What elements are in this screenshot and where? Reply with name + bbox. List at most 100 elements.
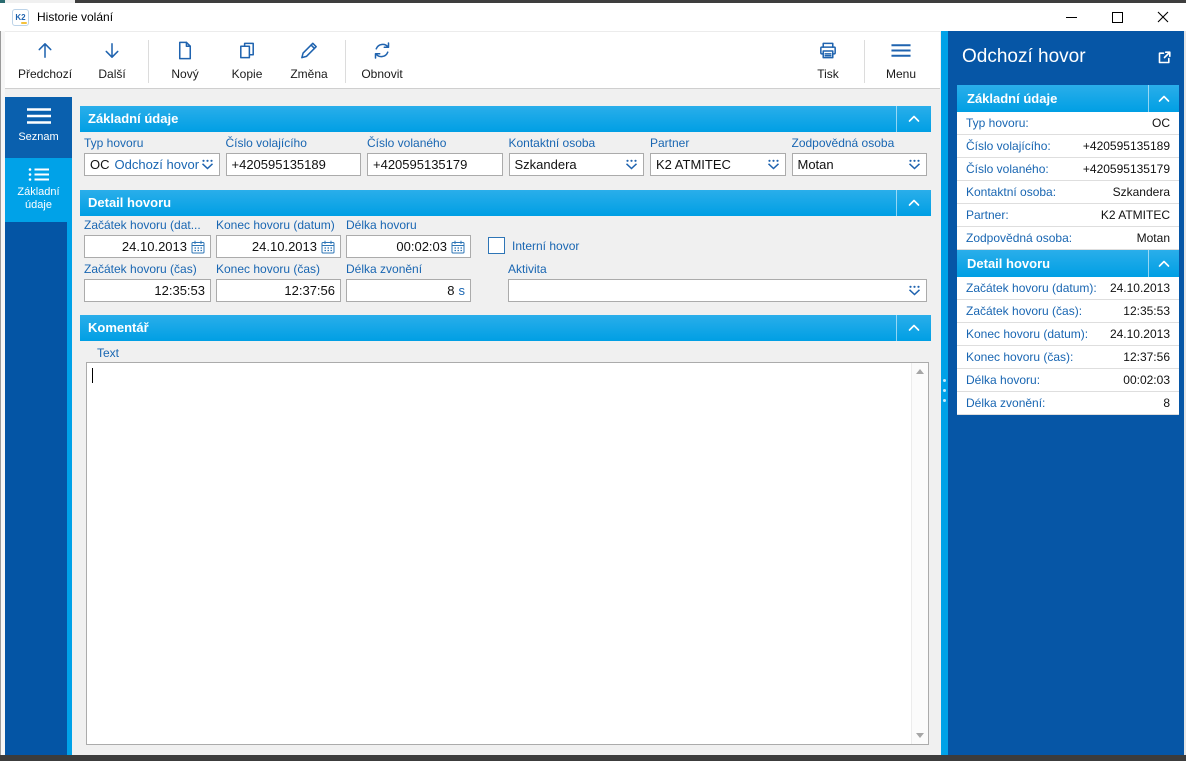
unit-suffix: s	[459, 283, 466, 298]
change-button[interactable]: Změna	[278, 35, 340, 88]
scroll-down-icon[interactable]	[916, 733, 924, 738]
previous-button[interactable]: Předchozí	[9, 35, 81, 88]
preview-panel-title: Odchozí hovor	[962, 46, 1086, 68]
delka-zvoneni-field[interactable]: 8 s	[346, 279, 471, 302]
panel-row: Začátek hovoru (čas):12:35:53	[957, 300, 1179, 323]
hamburger-icon	[25, 107, 53, 125]
aktivita-combo[interactable]	[508, 279, 927, 302]
pencil-icon	[298, 40, 320, 61]
copy-icon	[236, 40, 258, 61]
field-value: 8	[352, 283, 455, 298]
collapse-button[interactable]	[896, 315, 931, 341]
dropdown-icon[interactable]	[908, 285, 921, 296]
next-label: Další	[98, 67, 125, 81]
new-button[interactable]: Nový	[154, 35, 216, 88]
comment-scrollbar[interactable]	[911, 363, 928, 744]
panel-row: Typ hovoru:OC	[957, 112, 1179, 135]
previous-label: Předchozí	[18, 67, 72, 81]
konec-hovoru-datum-input[interactable]	[222, 239, 317, 254]
section-title: Detail hovoru	[88, 195, 171, 210]
background-taskbar-strip	[0, 755, 1186, 761]
comment-textarea[interactable]	[86, 362, 929, 745]
dropdown-icon[interactable]	[201, 159, 214, 170]
cislo-volaneho-input[interactable]	[373, 157, 497, 172]
section-title: Základní údaje	[88, 111, 178, 126]
field-label: Zodpovědná osoba	[792, 136, 928, 150]
toolbar-separator	[345, 40, 346, 83]
comment-text-label: Text	[97, 346, 119, 360]
sidebar-tab-seznam[interactable]: Seznam	[5, 97, 72, 158]
toolbar-spacer	[413, 35, 797, 88]
calendar-icon[interactable]	[451, 240, 465, 254]
zacatek-hovoru-cas-input[interactable]	[90, 283, 205, 298]
field-label: Délka zvonění	[346, 262, 471, 276]
next-button[interactable]: Další	[81, 35, 143, 88]
panel-row: Konec hovoru (čas):12:37:56	[957, 346, 1179, 369]
collapse-button[interactable]	[1148, 85, 1179, 112]
collapse-button[interactable]	[1148, 250, 1179, 277]
toolbar-separator	[148, 40, 149, 83]
collapse-button[interactable]	[896, 106, 931, 132]
arrow-up-icon	[34, 40, 56, 61]
list-icon	[28, 167, 50, 182]
field-label: Číslo volajícího	[226, 136, 362, 150]
field-typ-hovoru: Typ hovoru OC Odchozí hovor	[84, 136, 220, 176]
field-label: Začátek hovoru (dat...	[84, 218, 211, 232]
calendar-icon[interactable]	[321, 240, 335, 254]
field-label: Typ hovoru	[84, 136, 220, 150]
print-button[interactable]: Tisk	[797, 35, 859, 88]
field-label: Číslo volaného	[367, 136, 503, 150]
field-cislo-volajiciho: Číslo volajícího	[226, 136, 362, 176]
cislo-volajiciho-input[interactable]	[232, 157, 356, 172]
open-in-window-button[interactable]	[1157, 50, 1172, 70]
app-window: K2 Historie volání Předchozí Další Nový …	[0, 0, 1186, 761]
zodpovedna-osoba-combo[interactable]: Motan	[792, 153, 928, 176]
interni-hovor-checkbox-group: Interní hovor	[488, 237, 579, 254]
scroll-up-icon[interactable]	[916, 369, 924, 374]
dropdown-icon[interactable]	[625, 159, 638, 170]
splitter-dot	[943, 399, 946, 402]
panel-splitter[interactable]	[941, 31, 948, 755]
minimize-button[interactable]	[1048, 3, 1094, 31]
field-zacatek-hovoru-cas: Začátek hovoru (čas)	[84, 262, 211, 302]
panel-card-header: Detail hovoru	[957, 250, 1179, 277]
sidebar-tab-zakladni-udaje[interactable]: Základní údaje	[5, 158, 72, 222]
open-external-icon	[1157, 50, 1172, 65]
combo-value: K2 ATMITEC	[656, 157, 731, 172]
calendar-icon[interactable]	[191, 240, 205, 254]
field-label: Konec hovoru (čas)	[216, 262, 341, 276]
field-label: Kontaktní osoba	[509, 136, 645, 150]
dropdown-icon[interactable]	[767, 159, 780, 170]
field-label: Aktivita	[508, 262, 927, 276]
zacatek-hovoru-datum-input[interactable]	[90, 239, 187, 254]
printer-icon	[817, 40, 839, 61]
panel-row: Konec hovoru (datum):24.10.2013	[957, 323, 1179, 346]
section-header-komentar: Komentář	[80, 315, 931, 341]
close-icon	[1157, 11, 1169, 23]
toolbar: Předchozí Další Nový Kopie Změna Obnovit	[1, 31, 940, 89]
dropdown-icon[interactable]	[908, 159, 921, 170]
refresh-button[interactable]: Obnovit	[351, 35, 413, 88]
interni-hovor-checkbox[interactable]	[488, 237, 505, 254]
menu-button[interactable]: Menu	[870, 35, 932, 88]
copy-button[interactable]: Kopie	[216, 35, 278, 88]
field-label: Začátek hovoru (čas)	[84, 262, 211, 276]
refresh-label: Obnovit	[361, 67, 402, 81]
panel-row: Délka zvonění:8	[957, 392, 1179, 415]
detail-row-1: Začátek hovoru (dat... Konec hovoru (dat…	[84, 218, 927, 258]
collapse-button[interactable]	[896, 190, 931, 216]
chevron-up-icon	[1158, 260, 1170, 268]
delka-hovoru-input[interactable]	[352, 239, 447, 254]
konec-hovoru-cas-input[interactable]	[222, 283, 335, 298]
field-cislo-volaneho: Číslo volaného	[367, 136, 503, 176]
kontaktni-osoba-combo[interactable]: Szkandera	[509, 153, 645, 176]
field-label: Délka hovoru	[346, 218, 471, 232]
close-button[interactable]	[1140, 3, 1186, 31]
titlebar: K2 Historie volání	[0, 3, 1186, 31]
maximize-button[interactable]	[1094, 3, 1140, 31]
typ-hovoru-combo[interactable]: OC Odchozí hovor	[84, 153, 220, 176]
partner-combo[interactable]: K2 ATMITEC	[650, 153, 786, 176]
refresh-icon	[371, 40, 393, 61]
detail-row-2: Začátek hovoru (čas) Konec hovoru (čas) …	[84, 262, 927, 302]
field-label: Konec hovoru (datum)	[216, 218, 341, 232]
